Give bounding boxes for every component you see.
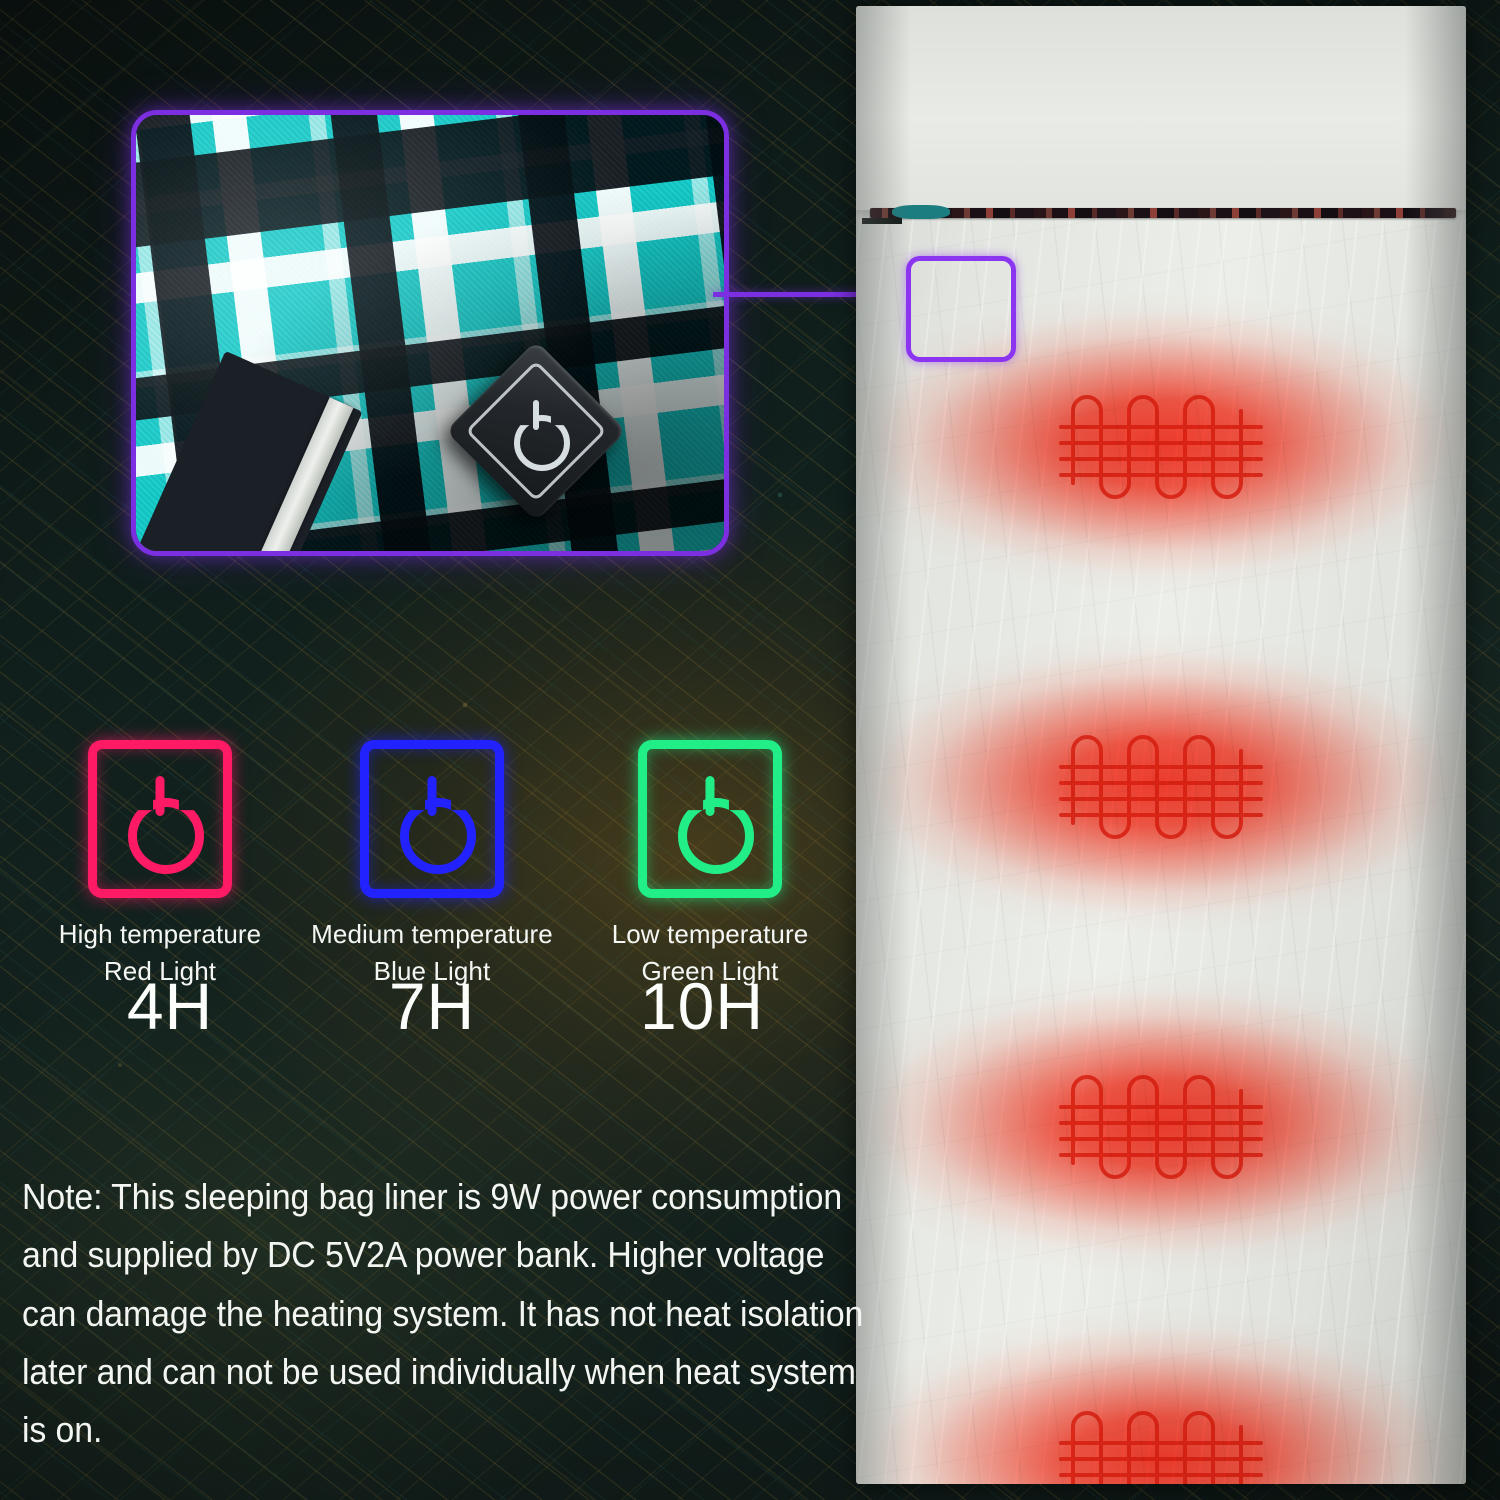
note-text: Note: This sleeping bag liner is 9W powe… xyxy=(22,1168,864,1460)
power-icon-bar xyxy=(705,776,715,816)
power-icon-ring xyxy=(128,798,204,874)
legend-item-medium: Medium temperature Blue Light xyxy=(302,740,562,990)
note-line-2: and supplied by DC 5V2A power bank. High… xyxy=(22,1234,825,1276)
power-icon-glyph xyxy=(392,776,476,874)
power-button-closeup-photo xyxy=(131,110,729,556)
power-icon-bar xyxy=(427,776,437,816)
legend-line-1: High temperature xyxy=(58,919,262,949)
legend-hours-medium: 7H xyxy=(388,969,476,1043)
bag-edge-shading xyxy=(856,6,1466,1484)
legend-hours-high: 4H xyxy=(126,969,214,1043)
callout-box-power-button xyxy=(906,256,1016,362)
note-line-1: Note: This sleeping bag liner is 9W powe… xyxy=(22,1176,843,1217)
legend-line-1: Medium temperature xyxy=(311,919,553,949)
power-icon-ring xyxy=(514,415,570,471)
power-icon-ring xyxy=(400,798,476,874)
power-icon xyxy=(506,400,566,461)
power-icon-red xyxy=(88,740,232,898)
power-icon-glyph xyxy=(120,776,204,874)
temperature-legend: High temperature Red Light Medium temper… xyxy=(0,740,856,1043)
power-icon-bar xyxy=(533,400,539,430)
power-icon-blue xyxy=(360,740,504,898)
legend-hours-low: 10H xyxy=(639,969,765,1043)
power-icon-glyph xyxy=(670,776,754,874)
power-icon-green xyxy=(638,740,782,898)
note-line-4: later and can not be used individually w… xyxy=(22,1350,856,1392)
note-line-3: can damage the heating system. It has no… xyxy=(22,1292,864,1334)
legend-item-low: Low temperature Green Light xyxy=(580,740,840,990)
heated-sleeping-bag xyxy=(856,6,1466,1484)
infographic-canvas: High temperature Red Light Medium temper… xyxy=(0,0,1500,1500)
power-icon-ring xyxy=(678,798,754,874)
note-line-5: is on. xyxy=(22,1409,103,1451)
power-icon-bar xyxy=(155,776,165,816)
legend-line-1: Low temperature xyxy=(611,919,809,949)
legend-item-high: High temperature Red Light xyxy=(30,740,290,990)
